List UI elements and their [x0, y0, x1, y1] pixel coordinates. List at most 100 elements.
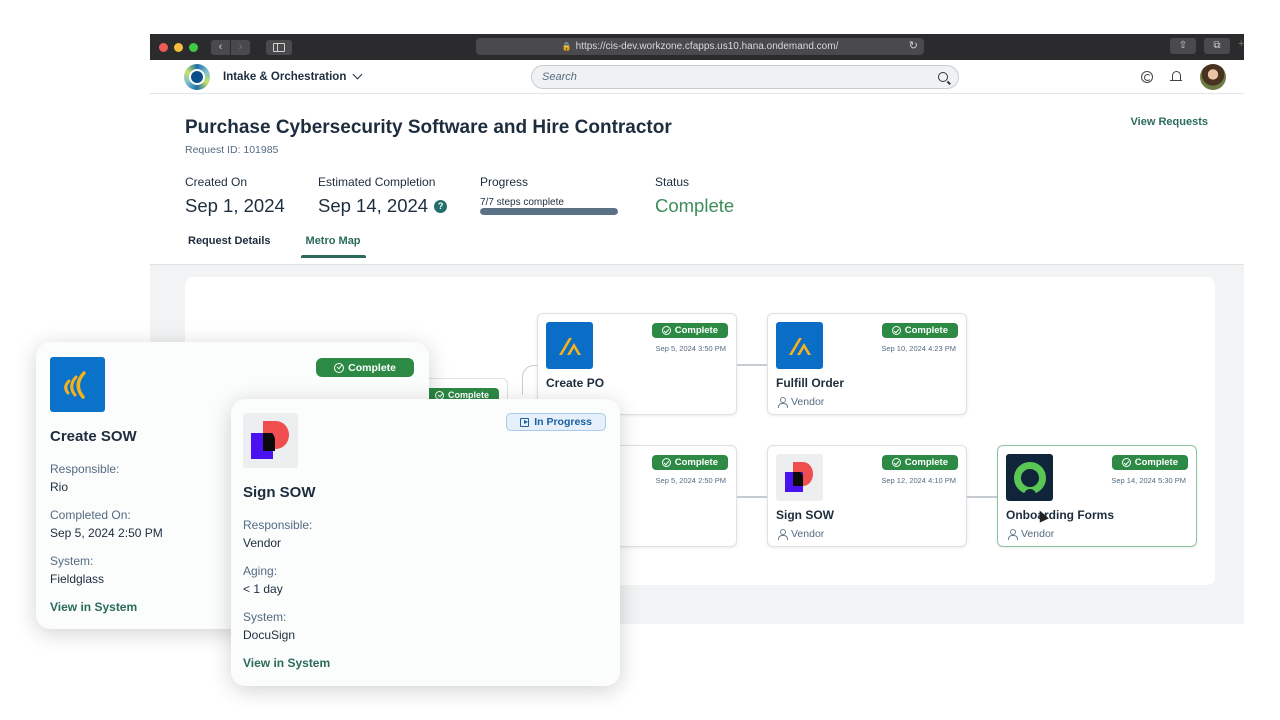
status-badge: Complete [651, 455, 728, 470]
node-responsible: Vendor [778, 528, 824, 540]
close-window-button[interactable] [159, 42, 168, 52]
address-bar[interactable]: 🔒 https://cis-dev.workzone.cfapps.us10.h… [476, 38, 924, 55]
reload-icon[interactable]: ↻ [909, 39, 918, 52]
completed-on-field: Completed On: Sep 5, 2024 2:50 PM [50, 508, 163, 540]
system-field: System: DocuSign [243, 610, 296, 642]
user-avatar[interactable] [1200, 64, 1226, 90]
check-circle-icon [661, 458, 671, 467]
node-responsible: Vendor [778, 396, 824, 408]
popover-title: Sign SOW [243, 484, 316, 501]
status-badge: Complete [651, 323, 728, 338]
maximize-window-button[interactable] [189, 42, 198, 52]
created-on-label: Created On [185, 175, 248, 189]
check-circle-icon [1121, 458, 1131, 467]
metro-node-sign-sow[interactable]: Complete Sep 12, 2024 4:10 PM Sign SOW V… [767, 445, 967, 547]
tab-bar: Request Details Metro Map [185, 235, 366, 258]
app-name: Intake & Orchestration [223, 70, 347, 83]
search-icon[interactable] [938, 72, 948, 82]
node-timestamp: Sep 5, 2024 2:50 PM [655, 476, 726, 485]
object-header: Purchase Cybersecurity Software and Hire… [150, 94, 1244, 265]
connector-line [737, 496, 767, 498]
popover-title: Create SOW [50, 428, 137, 445]
check-circle-icon [334, 362, 345, 373]
check-circle-icon [661, 326, 671, 335]
created-on-kpi: Created On Sep 1, 2024 [185, 175, 285, 217]
view-requests-link[interactable]: View Requests [1131, 116, 1208, 128]
node-name: Fulfill Order [776, 376, 845, 390]
person-icon [1008, 529, 1018, 540]
docusign-icon [776, 454, 823, 501]
person-icon [778, 397, 788, 408]
status-label: Status [655, 175, 690, 189]
view-in-system-link[interactable]: View in System [243, 656, 330, 670]
responsible-field: Responsible: Vendor [243, 518, 313, 550]
status-badge: Complete [1111, 455, 1188, 470]
joule-assistant-icon[interactable] [1141, 71, 1153, 83]
node-name: Create PO [546, 376, 605, 390]
created-on-value: Sep 1, 2024 [185, 195, 285, 216]
connector-curve [522, 365, 538, 395]
status-value: Complete [655, 195, 735, 216]
view-in-system-link[interactable]: View in System [50, 600, 137, 614]
fieldglass-icon [50, 357, 105, 412]
estimated-completion-label: Estimated Completion [318, 175, 436, 189]
docusign-icon [243, 413, 298, 468]
node-timestamp: Sep 5, 2024 3:50 PM [655, 344, 726, 353]
lock-icon: 🔒 [561, 42, 572, 51]
node-responsible: Vendor [1008, 528, 1054, 540]
minimize-window-button[interactable] [174, 42, 183, 52]
progress-kpi: Progress 7/7 steps complete [480, 175, 618, 215]
node-timestamp: Sep 12, 2024 4:10 PM [881, 476, 956, 485]
node-timestamp: Sep 10, 2024 4:23 PM [881, 344, 956, 353]
status-badge: Complete [881, 323, 958, 338]
request-id: Request ID: 101985 [185, 144, 279, 156]
search-field [531, 65, 959, 89]
help-icon[interactable]: ? [434, 199, 448, 213]
tabs-overview-button[interactable]: ⧉ [1204, 38, 1230, 54]
forward-button[interactable]: › [231, 39, 250, 55]
node-name: Sign SOW [776, 508, 834, 522]
browser-chrome: ‹ › 🔒 https://cis-dev.workzone.cfapps.us… [150, 34, 1244, 60]
new-tab-button[interactable]: + [1238, 38, 1244, 58]
url-text: https://cis-dev.workzone.cfapps.us10.han… [575, 41, 839, 52]
connector-line [967, 496, 997, 498]
node-timestamp: Sep 14, 2024 5:30 PM [1111, 476, 1186, 485]
node-name: Onboarding Forms [1006, 508, 1114, 522]
status-kpi: Status Complete [655, 175, 734, 217]
back-button[interactable]: ‹ [211, 39, 230, 55]
metro-node-onboarding-forms[interactable]: Complete Sep 14, 2024 5:30 PM Onboarding… [997, 445, 1197, 547]
app-switcher[interactable]: Intake & Orchestration [223, 69, 363, 83]
progress-bar-fill [480, 208, 618, 215]
estimated-completion-kpi: Estimated Completion Sep 14, 2024? [318, 175, 448, 217]
cultureamp-icon [1006, 454, 1053, 501]
progress-bar [480, 208, 618, 215]
progress-label: Progress [480, 175, 529, 189]
aging-field: Aging: < 1 day [243, 564, 283, 596]
ariba-icon [776, 322, 823, 369]
window-controls [159, 42, 198, 52]
metro-node-fulfill-order[interactable]: Complete Sep 10, 2024 4:23 PM Fulfill Or… [767, 313, 967, 415]
tab-metro-map[interactable]: Metro Map [300, 235, 366, 258]
status-badge: In Progress [506, 413, 606, 431]
check-circle-icon [891, 458, 901, 467]
search-input[interactable] [542, 71, 938, 83]
connector-line [737, 364, 767, 366]
page-title: Purchase Cybersecurity Software and Hire… [185, 117, 672, 138]
responsible-field: Responsible: Rio [50, 462, 120, 494]
sidebar-toggle-button[interactable] [266, 39, 292, 55]
progress-text: 7/7 steps complete [480, 197, 564, 208]
status-badge: Complete [316, 358, 414, 377]
tab-request-details[interactable]: Request Details [185, 235, 274, 257]
chevron-down-icon [352, 69, 363, 80]
status-badge: Complete [881, 455, 958, 470]
estimated-completion-value: Sep 14, 2024 [318, 195, 429, 216]
sidebar-icon [273, 42, 285, 52]
shell-bar: Intake & Orchestration [150, 60, 1244, 94]
check-circle-icon [891, 326, 901, 335]
app-logo[interactable] [184, 63, 210, 90]
notifications-icon[interactable] [1170, 71, 1182, 83]
play-icon [520, 417, 530, 427]
sign-sow-popover: In Progress Sign SOW Responsible: Vendor… [231, 399, 620, 686]
person-icon [778, 529, 788, 540]
share-button[interactable]: ⇧ [1170, 38, 1196, 54]
